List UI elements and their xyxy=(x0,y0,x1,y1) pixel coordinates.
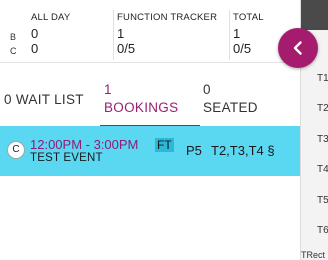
stats-value-b: 1 xyxy=(117,26,125,41)
booking-row[interactable]: C 12:00PM - 3:00PM FT TEST EVENT P5 T2,T… xyxy=(0,126,300,176)
booking-status-badge: C xyxy=(7,141,25,159)
tab-count: 0 xyxy=(4,92,12,107)
table-item-t3[interactable]: T3 xyxy=(317,134,328,145)
stats-summary: B C ALL DAY 0 0 FUNCTION TRACKER 1 0/5 T… xyxy=(0,0,300,63)
assigned-tables: T2,T3,T4 § xyxy=(211,143,275,158)
tab-label: SEATED xyxy=(203,100,258,115)
stats-row-labels: B C xyxy=(10,30,17,58)
table-item-t5[interactable]: T5 xyxy=(317,195,328,206)
table-item-t2[interactable]: T2 xyxy=(317,103,328,114)
tab-label: BOOKINGS xyxy=(104,100,179,115)
stats-col-function-tracker: FUNCTION TRACKER 1 0/5 xyxy=(117,12,227,56)
tab-count: 1 xyxy=(104,82,112,97)
panel-footer-label: TRect xyxy=(301,250,326,260)
table-item-t4[interactable]: T4 xyxy=(317,164,328,175)
chevron-left-icon xyxy=(293,41,302,55)
stats-header: ALL DAY xyxy=(31,12,71,23)
stats-value-b: 0 xyxy=(31,26,39,41)
row-label-c: C xyxy=(10,46,17,56)
stats-header: TOTAL xyxy=(233,12,264,23)
party-size: P5 xyxy=(186,143,202,158)
main-panel: B C ALL DAY 0 0 FUNCTION TRACKER 1 0/5 T… xyxy=(0,0,300,260)
table-item-t6[interactable]: T6 xyxy=(317,225,328,236)
booking-time: 12:00PM - 3:00PM xyxy=(30,137,139,152)
stats-value-c: 0 xyxy=(31,41,39,56)
panel-header xyxy=(301,0,328,30)
stats-col-all-day: ALL DAY 0 0 xyxy=(31,12,113,56)
function-tracker-tag: FT xyxy=(155,138,174,152)
stats-header: FUNCTION TRACKER xyxy=(117,12,218,23)
row-label-b: B xyxy=(10,32,17,42)
tab-count: 0 xyxy=(203,82,211,97)
divider xyxy=(113,10,114,60)
stats-value-c: 0/5 xyxy=(117,41,136,56)
collapse-panel-button[interactable] xyxy=(278,28,318,68)
table-item-t1[interactable]: T1 xyxy=(317,73,328,84)
booking-name: TEST EVENT xyxy=(30,152,103,164)
divider xyxy=(229,10,230,60)
reservation-tabs: 0 WAIT LIST 1 BOOKINGS 0 SEATED xyxy=(0,73,300,129)
tab-label: WAIT LIST xyxy=(15,92,84,107)
